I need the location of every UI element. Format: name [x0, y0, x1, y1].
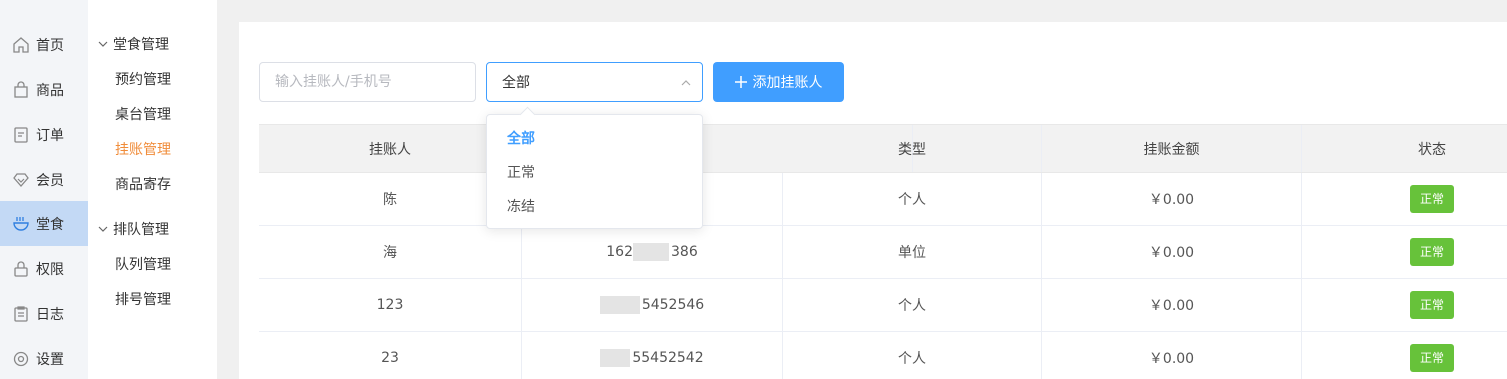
- diamond-icon: [13, 172, 29, 187]
- gear-icon: [13, 351, 29, 366]
- add-debtor-label: 添加挂账人: [752, 75, 823, 91]
- nav-item-permissions[interactable]: 权限: [0, 246, 88, 291]
- lock-icon: [14, 260, 28, 277]
- cell-status: 正常: [1302, 279, 1507, 331]
- home-icon: [13, 36, 29, 53]
- cell-type: 个人: [783, 173, 1042, 225]
- cell-debtor: 陈: [259, 173, 522, 225]
- table-row: 陈 个人 ￥0.00 正常: [259, 173, 1507, 226]
- subnav-item-storage[interactable]: 商品寄存: [115, 169, 171, 199]
- table-row: 海 162 386 单位 ￥0.00 正常: [259, 226, 1507, 279]
- header-type: 类型: [783, 125, 1042, 172]
- phone-suffix: 386: [671, 244, 698, 260]
- nav-item-label: 会员: [36, 172, 64, 189]
- status-select-value: 全部: [502, 75, 530, 91]
- status-badge: 正常: [1409, 238, 1454, 266]
- chevron-up-icon: [681, 80, 691, 86]
- order-icon: [14, 126, 28, 143]
- secondary-sidebar: 堂食管理 预约管理 桌台管理 挂账管理 商品寄存 排队管理 队列管理 排号管理: [88, 0, 217, 379]
- nav-item-logs[interactable]: 日志: [0, 291, 88, 336]
- cell-type: 单位: [783, 226, 1042, 278]
- nav-item-label: 订单: [36, 127, 64, 144]
- primary-sidebar: 首页 商品 订单 会员 堂食 权限 日志 设置: [0, 0, 88, 379]
- option-all[interactable]: 全部: [487, 121, 702, 155]
- redacted-block: [600, 349, 631, 367]
- cell-phone: 55452542: [522, 332, 783, 379]
- chevron-down-icon: [98, 226, 108, 232]
- phone-suffix: 5452546: [641, 297, 705, 313]
- table-row: 23 55452542 个人 ￥0.00 正常: [259, 332, 1507, 379]
- cell-status: 正常: [1302, 173, 1507, 225]
- cell-status: 正常: [1302, 226, 1507, 278]
- subnav-group-dinein[interactable]: 堂食管理: [88, 29, 217, 59]
- cell-type: 个人: [783, 332, 1042, 379]
- cell-phone: 162 386: [522, 226, 783, 278]
- redacted-block: [599, 296, 640, 314]
- cell-debtor: 海: [259, 226, 522, 278]
- status-select[interactable]: 全部: [486, 62, 703, 102]
- nav-item-home[interactable]: 首页: [0, 22, 88, 67]
- header-amount: 挂账金额: [1042, 125, 1302, 172]
- subnav-group-queue[interactable]: 排队管理: [88, 214, 217, 244]
- nav-item-label: 权限: [36, 261, 64, 278]
- status-dropdown: 全部 正常 冻结: [486, 114, 703, 229]
- cell-amount: ￥0.00: [1042, 332, 1302, 379]
- subnav-item-tables[interactable]: 桌台管理: [115, 99, 171, 129]
- option-frozen[interactable]: 冻结: [487, 189, 702, 223]
- cell-amount: ￥0.00: [1042, 173, 1302, 225]
- phone-suffix: 55452542: [632, 350, 704, 366]
- cell-type: 个人: [783, 279, 1042, 331]
- status-badge: 正常: [1409, 185, 1454, 213]
- subnav-item-reservation[interactable]: 预约管理: [115, 64, 171, 94]
- nav-item-label: 首页: [36, 37, 64, 54]
- nav-item-label: 堂食: [36, 216, 64, 233]
- cell-debtor: 23: [259, 332, 522, 379]
- add-debtor-button[interactable]: 添加挂账人: [713, 62, 844, 102]
- nav-item-orders[interactable]: 订单: [0, 112, 88, 157]
- subnav-group-label: 排队管理: [113, 222, 169, 238]
- option-normal[interactable]: 正常: [487, 155, 702, 189]
- subnav-item-credit[interactable]: 挂账管理: [115, 134, 171, 164]
- cell-amount: ￥0.00: [1042, 226, 1302, 278]
- status-badge: 正常: [1409, 291, 1454, 319]
- nav-item-label: 设置: [36, 351, 64, 368]
- table-header: 挂账人 类型 挂账金额 状态: [259, 124, 1507, 173]
- nav-item-settings[interactable]: 设置: [0, 336, 88, 379]
- cell-amount: ￥0.00: [1042, 279, 1302, 331]
- nav-item-members[interactable]: 会员: [0, 157, 88, 202]
- nav-item-label: 日志: [36, 306, 64, 323]
- bag-icon: [14, 80, 28, 98]
- nav-item-dinein[interactable]: 堂食: [0, 201, 88, 246]
- status-badge: 正常: [1409, 344, 1454, 372]
- cell-status: 正常: [1302, 332, 1507, 379]
- bowl-icon: [13, 216, 29, 231]
- search-input[interactable]: [259, 62, 476, 102]
- clipboard-icon: [14, 305, 28, 322]
- nav-item-label: 商品: [36, 82, 64, 99]
- table-row: 123 5452546 个人 ￥0.00 正常: [259, 279, 1507, 332]
- header-status: 状态: [1418, 141, 1446, 158]
- subnav-group-label: 堂食管理: [113, 37, 169, 53]
- header-debtor: 挂账人: [259, 125, 522, 172]
- redacted-block: [633, 243, 669, 261]
- chevron-down-icon: [98, 41, 108, 47]
- subnav-item-queue-list[interactable]: 队列管理: [115, 249, 171, 279]
- cell-phone: 5452546: [522, 279, 783, 331]
- nav-item-goods[interactable]: 商品: [0, 67, 88, 112]
- phone-prefix: 162: [606, 244, 633, 260]
- plus-icon: [734, 76, 747, 88]
- cell-debtor: 123: [259, 279, 522, 331]
- subnav-item-ticket[interactable]: 排号管理: [115, 284, 171, 314]
